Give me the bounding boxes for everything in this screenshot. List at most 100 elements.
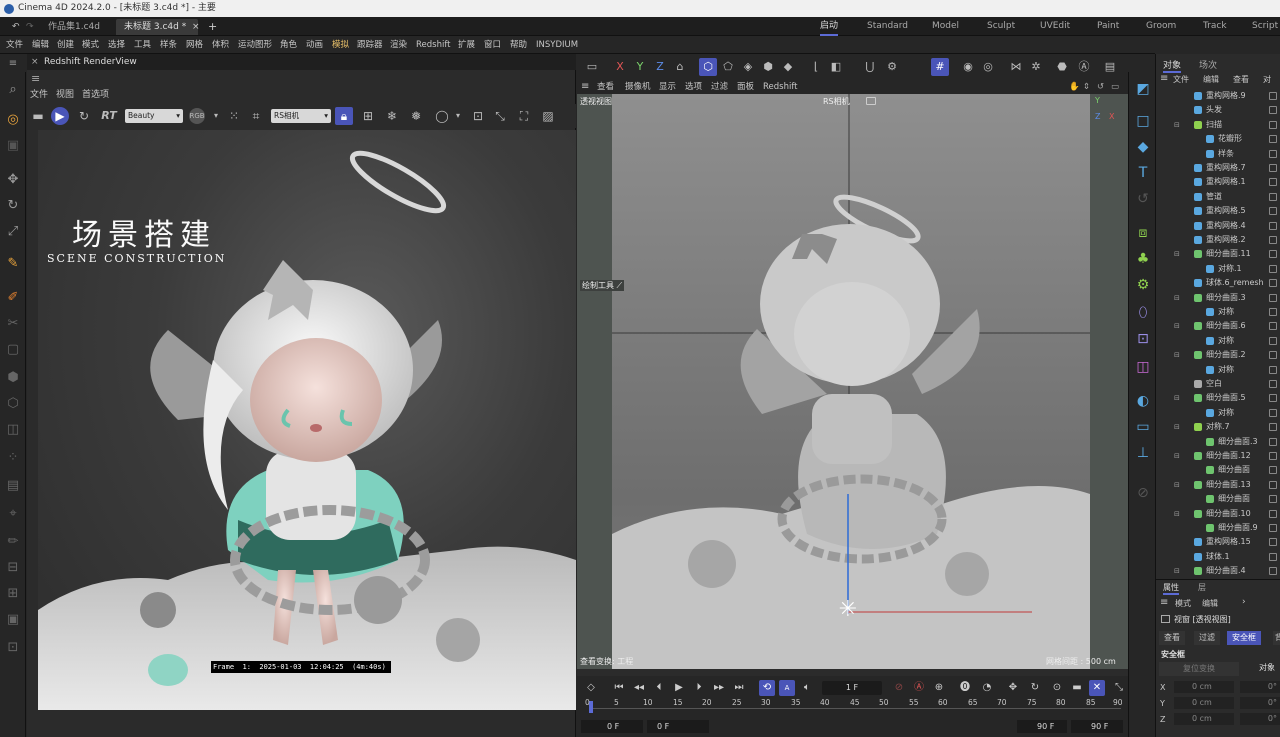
3d-viewport[interactable]: ✳ 透视视图 RS相机 绘制工具 ⟋ Y X Z 查看变换: 工程 网格间距 :…	[577, 94, 1128, 669]
disabled-tool-icon[interactable]: ⊘	[1132, 482, 1154, 504]
menu-render[interactable]: 渲染	[390, 36, 407, 54]
attr-x-value[interactable]: 0 cm	[1174, 681, 1234, 693]
menu-mesh[interactable]: 网格	[186, 36, 203, 54]
object-tree-row[interactable]: 细分曲面	[1156, 492, 1280, 507]
visibility-checkbox[interactable]	[1269, 567, 1277, 576]
clapper-icon[interactable]: ▬	[29, 107, 47, 125]
object-tree-row[interactable]: 样条	[1156, 147, 1280, 162]
scale-tool-icon[interactable]: ⤢	[3, 222, 23, 242]
menu-mograph[interactable]: 运动图形	[238, 36, 272, 54]
solo-icon[interactable]: ◧	[827, 58, 845, 76]
menu-spline[interactable]: 样条	[160, 36, 177, 54]
next-frame-icon[interactable]: ⏵	[691, 680, 707, 696]
om-menu-object[interactable]: 对	[1263, 74, 1271, 85]
visibility-checkbox[interactable]	[1269, 365, 1277, 374]
redo-icon[interactable]: ↷	[18, 19, 42, 35]
visibility-checkbox[interactable]	[1269, 336, 1277, 345]
sound-icon[interactable]: 🔈︎	[799, 680, 815, 696]
key-param-icon[interactable]: ⊙	[1049, 680, 1065, 696]
file-tab-1[interactable]: 作品集1.c4d	[40, 19, 108, 35]
null-object-icon[interactable]: ◩	[1132, 78, 1154, 100]
volume-icon[interactable]: ◫	[1132, 356, 1154, 378]
attr-y-value[interactable]: 0 cm	[1174, 697, 1234, 709]
lock-icon[interactable]: ▣	[3, 610, 23, 630]
layout-tab-sculpt[interactable]: Sculpt	[987, 17, 1015, 36]
key-pos-icon[interactable]: ⓿	[957, 680, 973, 696]
rt-toggle[interactable]: RT	[97, 107, 121, 125]
vp-menu-view[interactable]: 查看	[597, 80, 614, 94]
snowflake-alt-icon[interactable]: ❅	[407, 107, 425, 125]
visibility-checkbox[interactable]	[1269, 221, 1277, 230]
object-tree-row[interactable]: ⊟ 细分曲面.13	[1156, 478, 1280, 493]
object-mode-icon[interactable]: ▢	[3, 340, 23, 360]
visibility-checkbox[interactable]	[1269, 207, 1277, 216]
crop-icon[interactable]: ⌗	[247, 107, 265, 125]
subdivision-icon[interactable]: ⧈	[1132, 222, 1154, 244]
collapse-toggle-icon[interactable]: ⊟	[1174, 348, 1180, 363]
attr-subtab-view[interactable]: 查看	[1159, 631, 1185, 645]
new-tab-icon[interactable]: +	[200, 19, 225, 35]
collapse-toggle-icon[interactable]: ⊟	[1174, 391, 1180, 406]
menu-tracker[interactable]: 跟踪器	[357, 36, 383, 54]
panel-close-icon[interactable]: ×	[31, 54, 39, 70]
floor-icon[interactable]: ⊥	[1132, 442, 1154, 464]
menu-animate[interactable]: 动画	[306, 36, 323, 54]
menu-extensions[interactable]: 扩展	[458, 36, 475, 54]
coord-system-icon[interactable]: ⌂	[671, 58, 689, 76]
axis-y-icon[interactable]: Y	[631, 58, 649, 76]
vp-menu-display[interactable]: 显示	[659, 80, 676, 94]
bend-icon[interactable]: ⬯	[1132, 302, 1154, 324]
panel-menu-icon[interactable]: ≡	[31, 72, 40, 85]
grid-snap-icon[interactable]: #	[931, 58, 949, 76]
object-tree-row[interactable]: 细分曲面	[1156, 463, 1280, 478]
object-tree-row[interactable]: 对称	[1156, 406, 1280, 421]
camera-select[interactable]: RS相机 ▾	[271, 109, 331, 123]
gear-icon[interactable]: ✲	[1027, 58, 1045, 76]
visibility-checkbox[interactable]	[1269, 538, 1277, 547]
snap-icon[interactable]: ⌖	[3, 504, 23, 524]
visibility-checkbox[interactable]	[1269, 495, 1277, 504]
cloner-icon[interactable]: ♣	[1132, 248, 1154, 270]
object-tree-row[interactable]: ⊟ 细分曲面.5	[1156, 391, 1280, 406]
text-icon[interactable]: T	[1132, 162, 1154, 184]
motion-path-icon[interactable]: ✥	[1005, 680, 1021, 696]
visibility-checkbox[interactable]	[1269, 480, 1277, 489]
lock-camera-icon[interactable]: 🔒︎	[335, 107, 353, 125]
object-tree-row[interactable]: ⊟ 细分曲面.10	[1156, 507, 1280, 522]
fit-icon[interactable]: ⤡	[491, 107, 509, 125]
object-tree-row[interactable]: 球体.6_remesh	[1156, 276, 1280, 291]
visibility-checkbox[interactable]	[1269, 452, 1277, 460]
attr-x-deg[interactable]: 0°	[1240, 681, 1280, 693]
vp-menu-options[interactable]: 选项	[685, 80, 702, 94]
visibility-checkbox[interactable]	[1269, 408, 1277, 417]
menu-select[interactable]: 选择	[108, 36, 125, 54]
record-disabled-icon[interactable]: ⊘	[891, 680, 907, 696]
menu-insydium[interactable]: INSYDIUM	[536, 36, 578, 54]
preview-start-field[interactable]: 0 F	[647, 720, 709, 733]
object-tree-row[interactable]: 花瓣形	[1156, 132, 1280, 147]
render-region-icon[interactable]: ◉	[959, 58, 977, 76]
menu-create[interactable]: 创建	[57, 36, 74, 54]
pass-select[interactable]: Beauty ▾	[125, 109, 183, 123]
motion-edit-icon[interactable]: ✕	[1089, 680, 1105, 696]
layout-tab-paint[interactable]: Paint	[1097, 17, 1119, 36]
workplane-icon[interactable]: ⊟	[3, 558, 23, 578]
polygon-mode-icon[interactable]: ⬡	[3, 394, 23, 414]
prev-key-icon[interactable]: ◂◂	[631, 680, 647, 696]
start-frame-field[interactable]: 0 F	[581, 720, 643, 733]
maximize-icon[interactable]: ▭	[1111, 80, 1119, 94]
chevron-down-icon[interactable]: ▾	[449, 107, 467, 125]
collapse-toggle-icon[interactable]: ⊟	[1174, 449, 1180, 464]
rotate-tool-icon[interactable]: ↻	[3, 196, 23, 216]
focus-icon[interactable]: ⊡	[469, 107, 487, 125]
sketch-tool-icon[interactable]: ✐	[3, 288, 23, 308]
object-tree-row[interactable]: ⊟ 扫描	[1156, 118, 1280, 133]
symmetry-icon[interactable]: ⋈	[1007, 58, 1025, 76]
spline-icon[interactable]: ↺	[1132, 188, 1154, 210]
deformer-gear-icon[interactable]: ⚙	[1132, 274, 1154, 296]
viewport-menu-icon[interactable]: ≡	[581, 80, 589, 94]
collapse-toggle-icon[interactable]: ⊟	[1174, 118, 1180, 133]
object-tree-row[interactable]: 对称	[1156, 334, 1280, 349]
attr-menu-mode[interactable]: 模式	[1175, 598, 1191, 609]
visibility-checkbox[interactable]	[1269, 135, 1277, 144]
